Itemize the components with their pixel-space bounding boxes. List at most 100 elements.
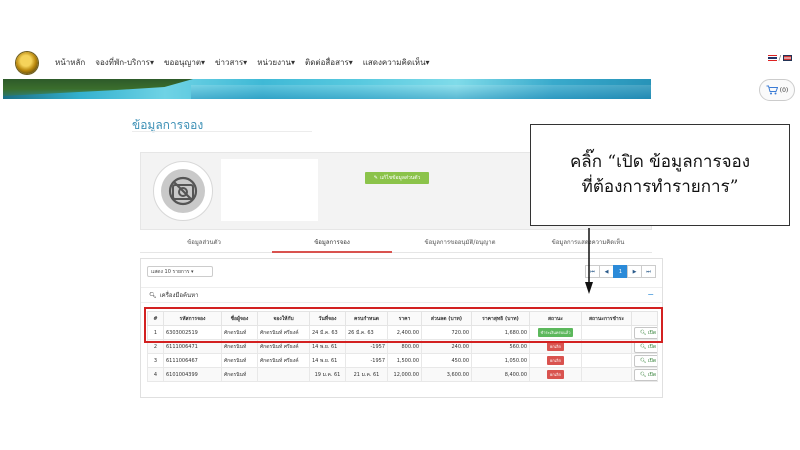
cell-booking-code: 6111006467 — [163, 353, 222, 368]
cell-net-price: 8,400.00 — [471, 367, 530, 382]
cell-price: 2,400.00 — [387, 325, 422, 340]
table-row: 3 6111006467 ศักดรนินท์ ศักดรนินท์ ศรีธง… — [147, 353, 658, 368]
cell-action: 🔍︎ เปิด — [631, 353, 658, 368]
nav-booking[interactable]: จองที่พัก-บริการ▾ — [95, 56, 154, 69]
collapse-icon[interactable]: − — [647, 290, 654, 299]
col-booking-code[interactable]: รหัสการจอง — [163, 311, 222, 326]
cell-price: 12,000.00 — [387, 367, 422, 382]
cell-discount: 450.00 — [421, 353, 472, 368]
open-booking-button[interactable]: 🔍︎ เปิด — [634, 354, 657, 367]
edit-profile-button[interactable]: ✎ แก้ไขข้อมูลส่วนตัว — [365, 172, 429, 184]
search-icon: 🔍︎ — [640, 343, 647, 350]
cell-booking-date: 14 พ.ย. 61 — [309, 339, 346, 354]
cell-booking-code: 6101004399 — [163, 367, 222, 382]
col-booked-for[interactable]: จองให้กับ — [257, 311, 310, 326]
no-photo-icon — [168, 176, 198, 206]
english-flag-icon[interactable] — [783, 55, 792, 61]
status-badge: ชำระเงินครบแล้ว — [537, 328, 574, 337]
page-length-select[interactable]: แสดง 10 รายการ ▾ — [147, 266, 213, 277]
last-page-button[interactable]: ⏭ — [641, 265, 656, 278]
col-booking-date[interactable]: วันที่จอง — [309, 311, 346, 326]
table-header-row: # รหัสการจอง ชื่อผู้จอง จองให้กับ วันที่… — [147, 311, 658, 326]
tab-bookings[interactable]: ข้อมูลการจอง — [268, 233, 396, 253]
open-label: เปิด — [647, 357, 657, 364]
cell-due-date: 26 มี.ค. 63 — [345, 325, 388, 340]
col-net-price[interactable]: ราคาสุทธิ (บาท) — [471, 311, 530, 326]
cell-no: 4 — [147, 367, 164, 382]
cell-discount: 3,600.00 — [421, 367, 472, 382]
nav-permit[interactable]: ขออนุญาต▾ — [164, 56, 205, 69]
cart-count: (0) — [779, 86, 789, 94]
cell-action: 🔍︎ เปิด — [631, 367, 658, 382]
cell-booker: ศักดรนินท์ — [221, 339, 258, 354]
open-label: เปิด — [647, 343, 657, 350]
cell-booked-for: ศักดรนินท์ ศรีธงค์ — [257, 325, 310, 340]
open-booking-button[interactable]: 🔍︎ เปิด — [634, 340, 657, 353]
col-due-date[interactable]: ครบกำหนด — [345, 311, 388, 326]
instruction-callout: คลิ๊ก “เปิด ข้อมูลการจอง ที่ต้องการทำราย… — [530, 124, 790, 226]
col-action — [631, 311, 658, 326]
nav-news[interactable]: ข่าวสาร▾ — [215, 56, 247, 69]
edit-profile-label: แก้ไขข้อมูลส่วนตัว — [379, 175, 421, 181]
cell-booked-for: ศักดรนินท์ ศรีธงค์ — [257, 353, 310, 368]
cell-booking-date: 14 พ.ย. 61 — [309, 353, 346, 368]
open-booking-button[interactable]: 🔍︎ เปิด — [634, 368, 657, 381]
cell-price: 1,500.00 — [387, 353, 422, 368]
cart-button[interactable]: (0) — [759, 79, 795, 101]
nav-agency[interactable]: หน่วยงาน▾ — [257, 56, 295, 69]
table-row: 2 6111006471 ศักดรนินท์ ศักดรนินท์ ศรีธง… — [147, 339, 658, 354]
tab-personal-info[interactable]: ข้อมูลส่วนตัว — [140, 233, 268, 252]
language-switch: / — [767, 54, 792, 62]
page-length-label: แสดง 10 รายการ — [151, 269, 190, 275]
open-label: เปิด — [647, 329, 657, 336]
cell-status: ชำระเงินครบแล้ว — [529, 325, 582, 340]
page-title: ข้อมูลการจอง — [132, 118, 204, 132]
tab-permits[interactable]: ข้อมูลการขออนุมัติ/อนุญาต — [396, 233, 524, 252]
cell-price: 800.00 — [387, 339, 422, 354]
col-payment-status[interactable]: สถานะการชำระ — [581, 311, 632, 326]
cell-due-date: 21 ม.ค. 61 — [345, 367, 388, 382]
open-booking-button[interactable]: 🔍︎ เปิด — [634, 326, 657, 339]
header-banner — [3, 79, 651, 99]
cell-booked-for — [257, 367, 310, 382]
thai-flag-icon[interactable] — [767, 55, 777, 61]
search-icon: 🔍︎ — [640, 357, 647, 364]
prev-page-button[interactable]: ◀ — [599, 265, 614, 278]
search-tools-toggle[interactable]: 🔍︎ เครื่องมือค้นหา − — [141, 287, 662, 303]
cell-net-price: 1,050.00 — [471, 353, 530, 368]
col-no[interactable]: # — [147, 311, 164, 326]
col-discount[interactable]: ส่วนลด (บาท) — [421, 311, 472, 326]
cart-icon — [766, 85, 778, 95]
table-row: 1 6303002519 ศักดรนินท์ ศักดรนินท์ ศรีธง… — [147, 325, 658, 340]
search-icon: 🔍︎ — [640, 371, 647, 378]
cell-discount: 720.00 — [421, 325, 472, 340]
cell-booker: ศักดรนินท์ — [221, 325, 258, 340]
table-row: 4 6101004399 ศักดรนินท์ 19 ม.ค. 61 21 ม.… — [147, 367, 658, 382]
next-page-button[interactable]: ▶ — [627, 265, 642, 278]
chevron-down-icon: ▾ — [191, 269, 194, 275]
site-logo[interactable] — [16, 52, 38, 74]
banner-sea — [191, 85, 651, 99]
col-status[interactable]: สถานะ — [529, 311, 582, 326]
booking-page: หน้าหลัก จองที่พัก-บริการ▾ ขออนุญาต▾ ข่า… — [0, 0, 800, 450]
page-1-button[interactable]: 1 — [613, 265, 628, 278]
status-badge: ยกเลิก — [546, 356, 564, 365]
callout-line-2: ที่ต้องการทำรายการ” — [581, 177, 739, 197]
col-price[interactable]: ราคา — [387, 311, 422, 326]
cell-net-price: 1,680.00 — [471, 325, 530, 340]
cell-booking-date: 24 มี.ค. 63 — [309, 325, 346, 340]
cell-booking-code: 6111006471 — [163, 339, 222, 354]
nav-feedback[interactable]: แสดงความคิดเห็น▾ — [363, 56, 430, 69]
cell-status: ยกเลิก — [529, 339, 582, 354]
cell-action: 🔍︎ เปิด — [631, 325, 658, 340]
cell-due-date: -1957 — [345, 353, 388, 368]
cell-action: 🔍︎ เปิด — [631, 339, 658, 354]
profile-info-box — [221, 159, 318, 221]
col-booker[interactable]: ชื่อผู้จอง — [221, 311, 258, 326]
cell-discount: 240.00 — [421, 339, 472, 354]
cell-status: ยกเลิก — [529, 367, 582, 382]
nav-home[interactable]: หน้าหลัก — [55, 56, 85, 69]
search-icon: 🔍︎ — [640, 329, 647, 336]
banner-trees — [3, 79, 193, 96]
nav-contact[interactable]: ติดต่อสื่อสาร▾ — [305, 56, 353, 69]
